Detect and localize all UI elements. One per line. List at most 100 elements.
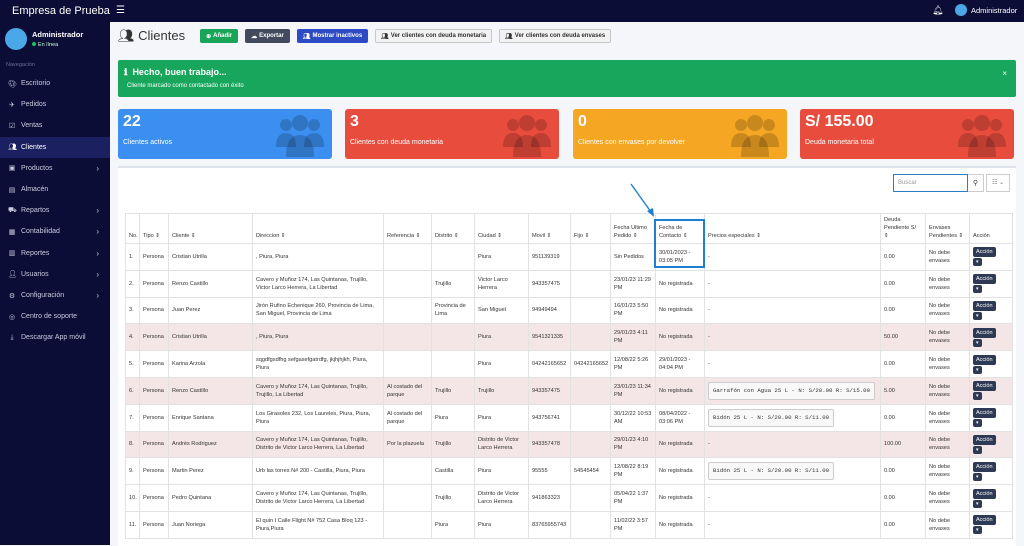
sidebar-item-usuarios[interactable]: 👤︎ Usuarios › (0, 264, 110, 285)
table-cell (570, 484, 611, 512)
table-cell: Persona (139, 323, 169, 352)
sidebar-item-productos[interactable]: ▣ Productos › (0, 158, 110, 179)
table-cell: 12/08/22 5:26 PM (610, 350, 656, 378)
table-cell: 29/01/23 4:10 PM (610, 430, 656, 459)
table-cell: No debe envases (925, 403, 970, 432)
columns-toggle-button[interactable]: ☷ ⌄ (986, 174, 1010, 192)
table-cell: Trujillo (474, 376, 529, 405)
sidebar-item-repartos[interactable]: ⛟ Repartos › (0, 200, 110, 221)
download-icon: ⤓ (10, 333, 14, 341)
table-cell: Juan Noriega (168, 510, 253, 539)
table-cell: 95555 (528, 457, 571, 486)
action-button[interactable]: Acción (973, 247, 996, 258)
stat-card: S/ 155.00 Deuda monetaria total (800, 109, 1014, 159)
user-menu[interactable]: Administrador (955, 4, 1017, 16)
bell-icon[interactable]: 🔔︎ (932, 5, 943, 16)
action-button[interactable]: Acción (973, 488, 996, 499)
column-header[interactable]: Fecha Ultimo Pedido ⇕ (610, 213, 656, 244)
sidebar-item-descargar-app-m-vil[interactable]: ⤓ Descargar App móvil (0, 327, 110, 348)
column-header[interactable]: Direccion ⇕ (252, 213, 384, 244)
clients-panel: Buscar ⚲ ☷ ⌄ No. Tipo ⇕ Cliente ⇕ Direccion… (118, 166, 1016, 546)
table-cell: Persona (139, 350, 169, 378)
add-button[interactable]: ⊕ Añadir (200, 29, 239, 43)
brand-name[interactable]: Empresa de Prueba (12, 5, 110, 17)
table-cell (383, 510, 432, 539)
contact-date-highlight (654, 219, 705, 268)
table-cell: Persona (139, 269, 169, 298)
action-button[interactable]: Acción (973, 408, 996, 419)
chevron-down-icon[interactable]: ▾ (973, 526, 982, 535)
action-button[interactable]: Acción (973, 461, 996, 472)
users-icon (276, 115, 324, 157)
sidebar-item-ventas[interactable]: ☑ Ventas (0, 115, 110, 136)
table-cell: Los Girasoles 232, Los Laureles, Piura, … (252, 403, 384, 432)
column-header[interactable]: Referencia ⇕ (383, 213, 432, 244)
sidebar-item-centro-de-soporte[interactable]: ◎ Centro de soporte (0, 306, 110, 327)
debt-money-button[interactable]: 👥︎ Ver clientes con deuda monetaria (375, 29, 493, 43)
column-header[interactable]: Precios especiales ⇕ (704, 213, 881, 244)
column-header[interactable]: Ciudad ⇕ (474, 213, 529, 244)
action-button[interactable]: Acción (973, 381, 996, 392)
column-header[interactable]: Tipo ⇕ (139, 213, 169, 244)
chevron-down-icon[interactable]: ▾ (973, 338, 982, 347)
sidebar-item-pedidos[interactable]: ✈ Pedidos (0, 94, 110, 115)
chevron-down-icon[interactable]: ▾ (973, 392, 982, 401)
table-cell: No debe envases (925, 430, 970, 459)
stat-card: 0 Clientes con envases por devolver (573, 109, 787, 159)
action-button[interactable]: Acción (973, 327, 996, 338)
action-cell: Acción ▾ (969, 457, 1013, 486)
action-button[interactable]: Acción (973, 300, 996, 311)
column-header[interactable]: Cliente ⇕ (168, 213, 253, 244)
action-button[interactable]: Acción (973, 354, 996, 365)
chevron-down-icon[interactable]: ▾ (973, 311, 982, 320)
chevron-down-icon[interactable]: ▾ (973, 365, 982, 374)
stat-label: Clientes activos (123, 139, 173, 146)
sidebar-item-clientes[interactable]: 👥︎ Clientes (0, 136, 110, 158)
show-inactive-button[interactable]: 👥︎ Mostrar inactivos (296, 29, 369, 43)
column-header[interactable]: Envases Pendientes ⇕ (925, 213, 970, 244)
table-cell: 5.00 (880, 376, 926, 405)
status-badge: En línea (32, 42, 83, 48)
column-header[interactable]: Deuda Pendiente S/ ⇕ (880, 213, 926, 244)
table-row: 8. Persona Andrés Rodriguez Cavero y Muñoz … (125, 430, 1013, 459)
table-cell: Bidón 25 L - N: S/20.00 R: S/11.00 (704, 403, 881, 432)
table-cell (570, 510, 611, 539)
action-cell: Acción ▾ (969, 484, 1013, 512)
alert-message: Cliente marcado como contactado con éxit… (127, 83, 244, 89)
table-cell: 7. (125, 403, 140, 432)
stat-card: 22 Clientes activos (118, 109, 332, 159)
action-button[interactable]: Acción (973, 515, 996, 526)
export-button[interactable]: ☁ Exportar (245, 29, 290, 43)
sidebar-item-escritorio[interactable]: 🎨︎ Escritorio (0, 73, 110, 94)
search-icon[interactable]: ⚲ (968, 174, 984, 192)
menu-toggle-icon[interactable]: ☰ (116, 5, 125, 16)
column-header[interactable]: Fijo ⇕ (570, 213, 611, 244)
calculator-icon: ▦ (8, 228, 16, 236)
table-cell: Trujillo (431, 430, 475, 459)
sidebar-item-reportes[interactable]: ▥ Reportes › (0, 243, 110, 264)
column-header[interactable]: Movil ⇕ (528, 213, 571, 244)
action-button[interactable]: Acción (973, 434, 996, 445)
sidebar-item-almac-n[interactable]: ▤ Almacén (0, 179, 110, 200)
action-button[interactable]: Acción (973, 274, 996, 285)
action-cell: Acción ▾ (969, 350, 1013, 378)
chevron-down-icon[interactable]: ▾ (973, 285, 982, 294)
table-cell: Cristian Utrilla (168, 323, 253, 352)
sidebar-item-contabilidad[interactable]: ▦ Contabilidad › (0, 221, 110, 242)
close-icon[interactable]: × (1002, 69, 1007, 78)
chevron-down-icon[interactable]: ▾ (973, 472, 982, 481)
table-cell: Persona (139, 510, 169, 539)
chevron-down-icon[interactable]: ▾ (973, 499, 982, 508)
users-icon: 👥︎ (8, 144, 17, 152)
debt-envases-button[interactable]: 👥︎ Ver clientes con deuda envases (499, 29, 612, 43)
column-header[interactable]: Distrito ⇕ (431, 213, 475, 244)
chevron-down-icon[interactable]: ▾ (973, 445, 982, 454)
search-input[interactable]: Buscar (893, 174, 968, 192)
sidebar-item-configuraci-n[interactable]: ⚙ Configuración › (0, 285, 110, 306)
chevron-down-icon[interactable]: ▾ (973, 419, 982, 428)
table-cell (431, 350, 475, 378)
chevron-down-icon[interactable]: ▾ (973, 258, 982, 267)
table-row: 4. Persona Cristian Utrilla, Piura, Piura P… (125, 323, 1013, 352)
table-cell: No debe envases (925, 457, 970, 486)
special-price-box: Bidón 25 L - N: S/20.00 R: S/11.00 (708, 462, 835, 481)
